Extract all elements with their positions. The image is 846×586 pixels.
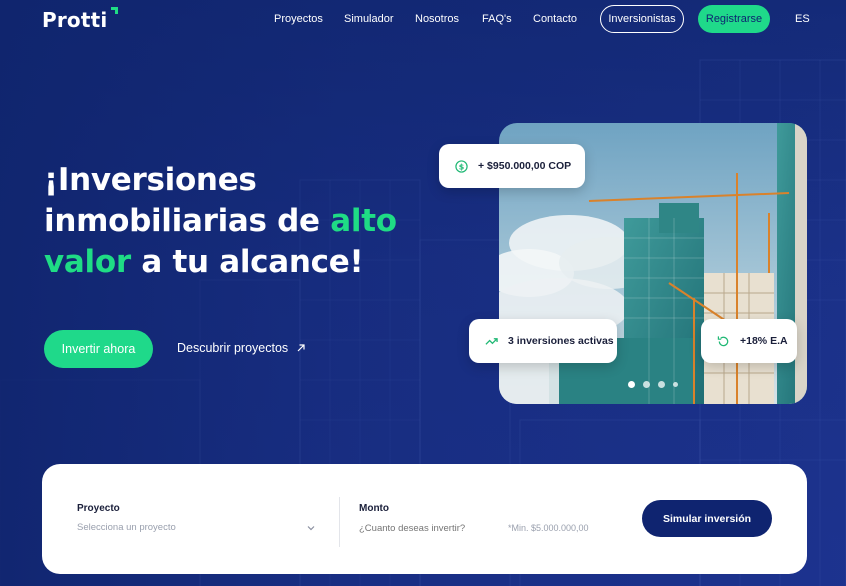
logo-accent-mark [111, 7, 118, 14]
register-button[interactable]: Registrarse [698, 5, 770, 33]
svg-text:$: $ [459, 162, 464, 171]
amount-field-label: Monto [359, 503, 389, 514]
hero-title-highlight-valor: valor [44, 244, 131, 280]
trending-up-icon [485, 337, 498, 345]
carousel-indicators [628, 381, 678, 388]
chevron-down-icon [307, 526, 315, 531]
dollar-circle-icon: $ [455, 159, 468, 173]
refresh-icon [717, 335, 729, 346]
active-investments-value: 3 inversiones activas [508, 335, 614, 347]
nav-link-simulador[interactable]: Simulador [344, 13, 394, 25]
project-select[interactable]: Selecciona un proyecto [77, 520, 317, 536]
simulator-divider [339, 497, 340, 547]
return-rate-card: +18% E.A [701, 319, 797, 363]
simulate-investment-button[interactable]: Simular inversión [642, 500, 772, 537]
hero-title: ¡Inversiones inmobiliarias de alto valor … [44, 160, 424, 283]
nav-link-nosotros[interactable]: Nosotros [415, 13, 459, 25]
invested-amount-card: $ + $950.000,00 COP [439, 144, 585, 188]
investors-button[interactable]: Inversionistas [600, 5, 684, 33]
language-selector[interactable]: ES [795, 13, 810, 25]
hero-title-part1: ¡Inversiones inmobiliarias de [44, 162, 331, 239]
hero-title-highlight-alto: alto [330, 203, 397, 239]
discover-projects-label: Descubrir proyectos [177, 341, 289, 355]
amount-input[interactable] [359, 520, 499, 536]
project-field-label: Proyecto [77, 503, 120, 514]
carousel-dot-2[interactable] [643, 381, 650, 388]
active-investments-card: 3 inversiones activas [469, 319, 617, 363]
discover-projects-link[interactable]: Descubrir proyectos [177, 341, 306, 355]
carousel-dot-4[interactable] [673, 382, 678, 387]
invested-amount-value: + $950.000,00 COP [478, 160, 572, 172]
minimum-amount-note: *Min. $5.000.000,00 [508, 523, 589, 533]
nav-link-contacto[interactable]: Contacto [533, 13, 577, 25]
nav-link-faqs[interactable]: FAQ's [482, 13, 512, 25]
carousel-dot-1[interactable] [628, 381, 635, 388]
investment-simulator-panel: Proyecto Selecciona un proyecto Monto *M… [42, 464, 807, 574]
arrow-up-right-icon [297, 344, 305, 352]
nav-link-proyectos[interactable]: Proyectos [274, 13, 323, 25]
project-select-placeholder: Selecciona un proyecto [77, 522, 176, 533]
hero-title-part2: a tu alcance! [130, 244, 364, 280]
carousel-dot-3[interactable] [658, 381, 665, 388]
top-navigation: Protti Proyectos Simulador Nosotros FAQ'… [0, 0, 846, 40]
invest-now-button[interactable]: Invertir ahora [44, 330, 153, 368]
brand-logo[interactable]: Protti [42, 8, 107, 32]
return-rate-value: +18% E.A [740, 335, 788, 347]
